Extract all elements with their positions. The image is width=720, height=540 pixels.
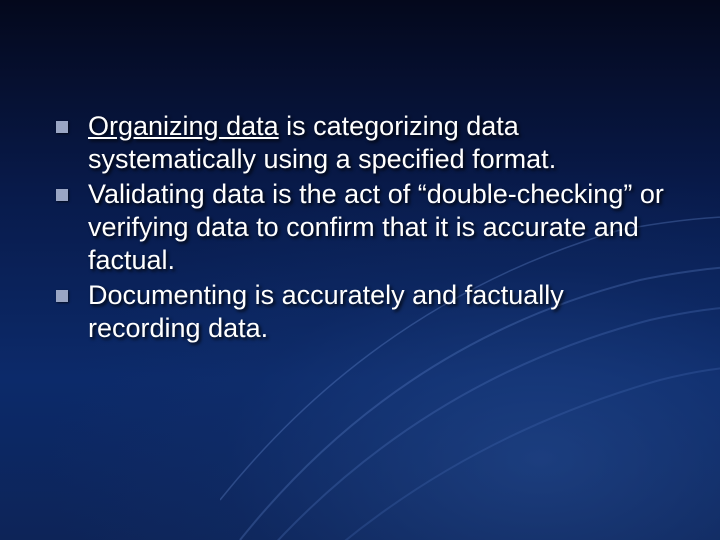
list-item: Organizing data is categorizing data sys… — [56, 110, 680, 176]
bullet-text: Validating data is the act of “double-ch… — [88, 179, 664, 275]
square-bullet-icon — [56, 121, 68, 133]
bullet-lead-underlined: Organizing data — [88, 111, 279, 141]
bullet-list: Organizing data is categorizing data sys… — [56, 110, 680, 347]
square-bullet-icon — [56, 290, 68, 302]
bullet-text: Documenting is accurately and factually … — [88, 280, 564, 343]
list-item: Documenting is accurately and factually … — [56, 279, 680, 345]
slide: Organizing data is categorizing data sys… — [0, 0, 720, 540]
square-bullet-icon — [56, 189, 68, 201]
list-item: Validating data is the act of “double-ch… — [56, 178, 680, 277]
